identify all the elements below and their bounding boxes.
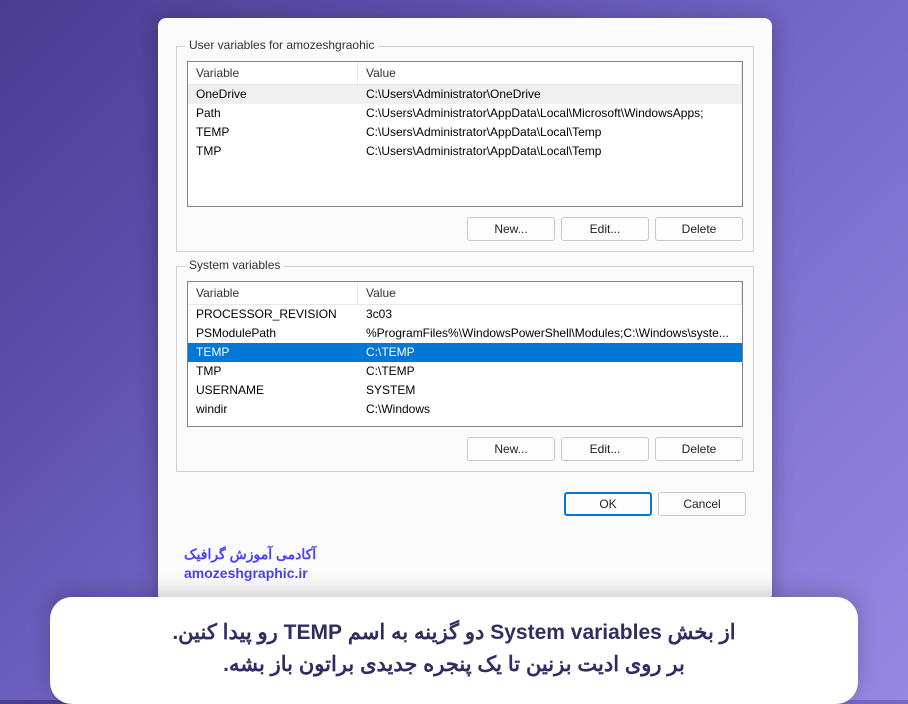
column-header-variable[interactable]: Variable — [188, 62, 358, 84]
column-header-value[interactable]: Value — [358, 282, 742, 304]
table-row[interactable]: TMP C:\TEMP — [188, 362, 742, 381]
listview-header: Variable Value — [188, 282, 742, 305]
user-button-row: New... Edit... Delete — [187, 217, 743, 241]
user-variables-group: User variables for amozeshgraohic Variab… — [176, 46, 754, 252]
user-variables-title: User variables for amozeshgraohic — [185, 38, 378, 52]
cell-variable: windir — [188, 400, 358, 419]
table-row[interactable]: windir C:\Windows — [188, 400, 742, 419]
caption-line-2: بر روی ادیت بزنین تا یک پنجره جدیدی برات… — [80, 649, 828, 681]
cell-variable: PSModulePath — [188, 324, 358, 343]
table-row[interactable]: PSModulePath %ProgramFiles%\WindowsPower… — [188, 324, 742, 343]
column-header-variable[interactable]: Variable — [188, 282, 358, 304]
cancel-button[interactable]: Cancel — [658, 492, 746, 516]
cell-variable: TEMP — [188, 343, 358, 362]
system-button-row: New... Edit... Delete — [187, 437, 743, 461]
column-header-value[interactable]: Value — [358, 62, 742, 84]
system-listview-body: PROCESSOR_REVISION 3c03 PSModulePath %Pr… — [188, 305, 742, 419]
new-button[interactable]: New... — [467, 437, 555, 461]
cell-value: C:\Windows — [358, 400, 742, 419]
cell-variable: Path — [188, 104, 358, 123]
cell-value: C:\TEMP — [358, 362, 742, 381]
delete-button[interactable]: Delete — [655, 437, 743, 461]
table-row[interactable]: USERNAME SYSTEM — [188, 381, 742, 400]
system-variables-group: System variables Variable Value PROCESSO… — [176, 266, 754, 472]
delete-button[interactable]: Delete — [655, 217, 743, 241]
cell-value: C:\Users\Administrator\OneDrive — [358, 85, 742, 104]
cell-variable: PROCESSOR_REVISION — [188, 305, 358, 324]
cell-variable: TMP — [188, 362, 358, 381]
listview-header: Variable Value — [188, 62, 742, 85]
table-row[interactable]: TMP C:\Users\Administrator\AppData\Local… — [188, 142, 742, 161]
cell-value: 3c03 — [358, 305, 742, 324]
table-row[interactable]: Path C:\Users\Administrator\AppData\Loca… — [188, 104, 742, 123]
table-row[interactable]: OneDrive C:\Users\Administrator\OneDrive — [188, 85, 742, 104]
table-row[interactable]: TEMP C:\Users\Administrator\AppData\Loca… — [188, 123, 742, 142]
new-button[interactable]: New... — [467, 217, 555, 241]
edit-button[interactable]: Edit... — [561, 437, 649, 461]
cell-value: C:\Users\Administrator\AppData\Local\Tem… — [358, 123, 742, 142]
table-row[interactable]: PROCESSOR_REVISION 3c03 — [188, 305, 742, 324]
cell-value: %ProgramFiles%\WindowsPowerShell\Modules… — [358, 324, 742, 343]
dialog-footer: OK Cancel — [170, 486, 760, 516]
watermark-text: آکادمی آموزش گرافیک — [184, 545, 316, 565]
edit-button[interactable]: Edit... — [561, 217, 649, 241]
cell-value: C:\Users\Administrator\AppData\Local\Mic… — [358, 104, 742, 123]
system-variables-title: System variables — [185, 258, 284, 272]
user-listview-body: OneDrive C:\Users\Administrator\OneDrive… — [188, 85, 742, 161]
system-variables-listview[interactable]: Variable Value PROCESSOR_REVISION 3c03 P… — [187, 281, 743, 427]
caption-card: از بخش System variables دو گزینه به اسم … — [50, 597, 858, 704]
watermark-url: amozeshgraphic.ir — [184, 564, 316, 584]
cell-value: C:\Users\Administrator\AppData\Local\Tem… — [358, 142, 742, 161]
ok-button[interactable]: OK — [564, 492, 652, 516]
table-row[interactable]: TEMP C:\TEMP — [188, 343, 742, 362]
environment-variables-dialog: User variables for amozeshgraohic Variab… — [158, 18, 772, 602]
user-variables-listview[interactable]: Variable Value OneDrive C:\Users\Adminis… — [187, 61, 743, 207]
cell-value: SYSTEM — [358, 381, 742, 400]
cell-variable: OneDrive — [188, 85, 358, 104]
cell-value: C:\TEMP — [358, 343, 742, 362]
caption-line-1: از بخش System variables دو گزینه به اسم … — [80, 617, 828, 649]
cell-variable: TMP — [188, 142, 358, 161]
cell-variable: USERNAME — [188, 381, 358, 400]
watermark: آکادمی آموزش گرافیک amozeshgraphic.ir — [184, 545, 316, 584]
cell-variable: TEMP — [188, 123, 358, 142]
